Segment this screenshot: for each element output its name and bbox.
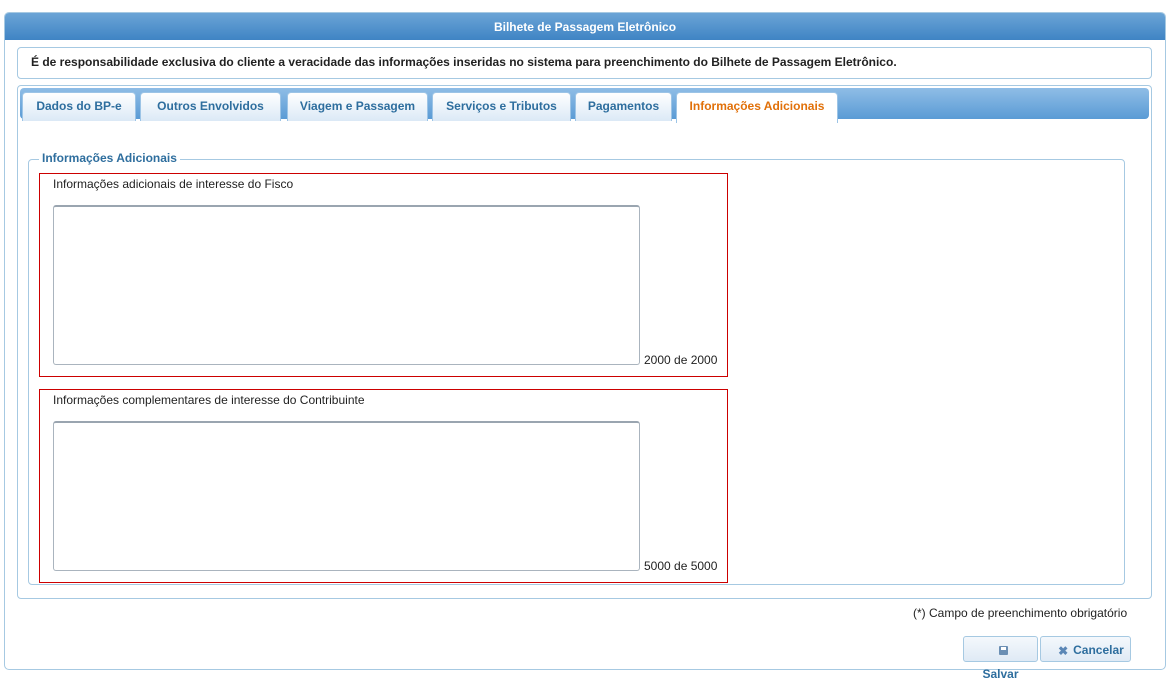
cancel-button[interactable]: ✖ Cancelar: [1040, 636, 1131, 662]
responsibility-notice: É de responsabilidade exclusiva do clien…: [17, 47, 1152, 79]
fisco-textarea[interactable]: [53, 205, 640, 365]
tab-pagamentos[interactable]: Pagamentos: [575, 92, 672, 121]
fisco-label: Informações adicionais de interesse do F…: [53, 177, 294, 191]
contribuinte-textarea[interactable]: [53, 421, 640, 571]
informacoes-adicionais-fieldset: Informações Adicionais Informações adici…: [28, 151, 1125, 585]
tab-dados-bpe[interactable]: Dados do BP-e: [22, 92, 136, 121]
cancel-button-label: Cancelar: [1073, 643, 1124, 657]
main-window: Bilhete de Passagem Eletrônico É de resp…: [4, 12, 1166, 670]
close-icon: ✖: [1058, 644, 1069, 658]
floppy-disk-icon: [998, 646, 1008, 655]
tab-informacoes-adicionais[interactable]: Informações Adicionais: [676, 92, 838, 123]
fieldset-legend: Informações Adicionais: [39, 151, 180, 165]
save-button-label: Salvar: [982, 667, 1019, 681]
window-title: Bilhete de Passagem Eletrônico: [5, 13, 1165, 40]
fisco-field-group: Informações adicionais de interesse do F…: [39, 173, 728, 377]
tab-outros-envolvidos[interactable]: Outros Envolvidos: [140, 92, 281, 121]
contribuinte-field-group: Informações complementares de interesse …: [39, 389, 728, 583]
tabs-container: Dados do BP-e Outros Envolvidos Viagem e…: [17, 85, 1152, 599]
tab-servicos-tributos[interactable]: Serviços e Tributos: [432, 92, 571, 121]
fisco-char-counter: 2000 de 2000: [644, 353, 718, 367]
contribuinte-char-counter: 5000 de 5000: [644, 559, 718, 573]
tab-viagem-passagem[interactable]: Viagem e Passagem: [287, 92, 428, 121]
required-field-note: (*) Campo de preenchimento obrigatório: [913, 606, 1128, 620]
tab-bar: Dados do BP-e Outros Envolvidos Viagem e…: [20, 88, 1149, 123]
save-button[interactable]: Salvar: [963, 636, 1038, 681]
contribuinte-label: Informações complementares de interesse …: [53, 393, 365, 407]
